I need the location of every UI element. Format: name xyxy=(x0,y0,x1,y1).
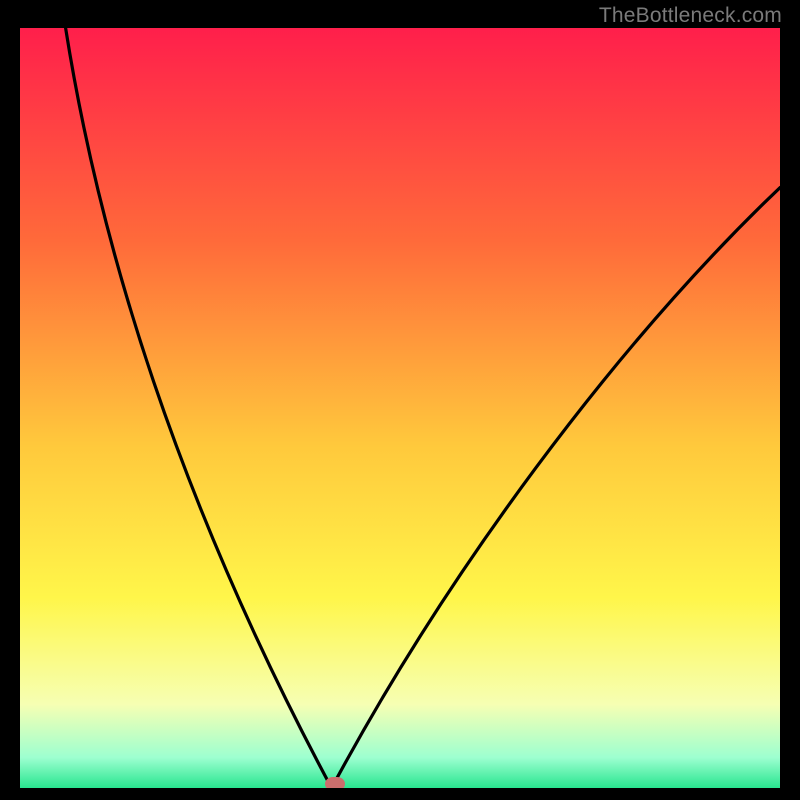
watermark-text: TheBottleneck.com xyxy=(599,4,782,28)
optimal-point-marker xyxy=(325,777,345,788)
bottleneck-curve xyxy=(66,28,780,788)
chart-svg xyxy=(20,28,780,788)
gradient-rect xyxy=(20,28,780,788)
chart-frame: TheBottleneck.com xyxy=(0,0,800,800)
plot-area xyxy=(20,28,780,788)
